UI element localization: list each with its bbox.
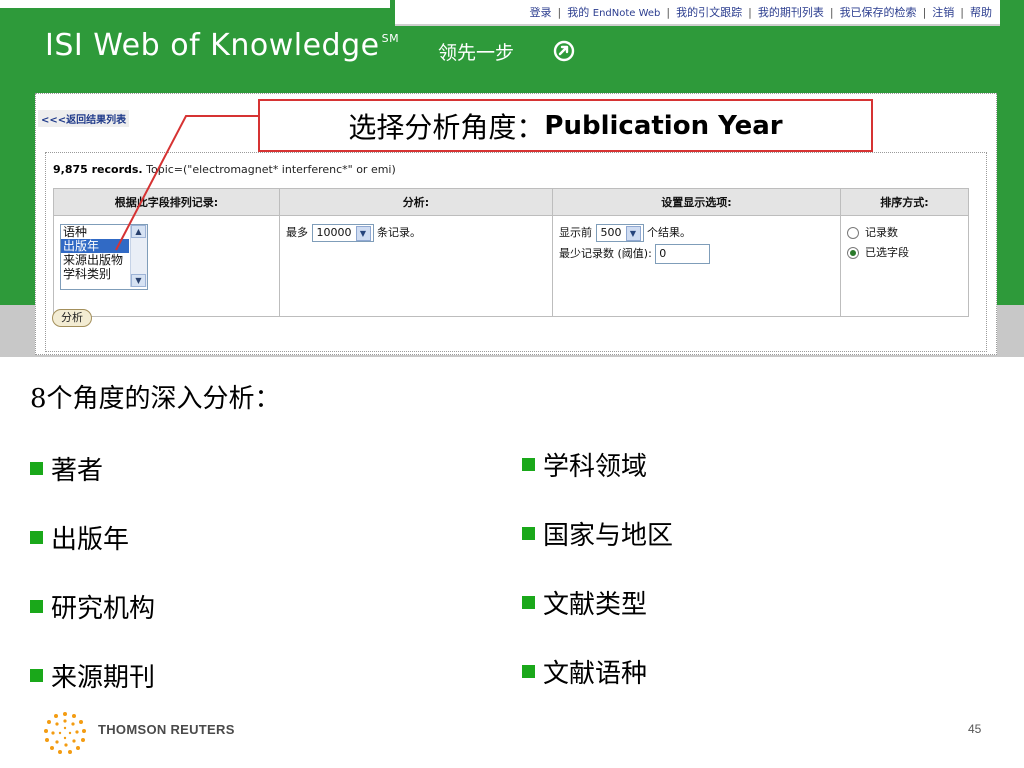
sort-option-records[interactable]: 记录数 (847, 224, 962, 240)
thomson-reuters-logo-icon (44, 712, 86, 754)
bullet-square-icon (522, 665, 535, 678)
service-mark: SM (381, 32, 400, 45)
brand-slogan: 领先一步 (438, 42, 515, 64)
scroll-track[interactable] (131, 238, 147, 274)
analyze-count-select[interactable]: 10000 ▼ (311, 224, 374, 242)
nav-separator: | (960, 5, 964, 19)
analyze-prefix: 最多 (286, 226, 308, 239)
nav-endnote-link[interactable]: 我的 EndNote Web (567, 4, 660, 20)
bullet-label: 国家与地区 (543, 521, 674, 551)
sort-option-field[interactable]: 已选字段 (847, 244, 962, 260)
nav-journal-list-link[interactable]: 我的期刊列表 (758, 4, 824, 20)
scroll-up-icon[interactable]: ▲ (131, 225, 146, 238)
display-row: 显示前 500 ▼ 个结果。 (559, 224, 834, 242)
rank-by-header: 根据此字段排列记录: (53, 188, 280, 216)
bullet-square-icon (30, 531, 43, 544)
bullet-item: 研究机构 (30, 588, 155, 625)
section-heading: 8个角度的深入分析： (30, 384, 281, 414)
analyze-header: 分析: (279, 188, 553, 216)
top-white-strip (0, 0, 390, 8)
sort-header: 排序方式: (840, 188, 969, 216)
rank-by-cell: 语种 出版年 来源出版物 学科类别 ▲ ▼ (53, 215, 280, 317)
nav-separator: | (666, 5, 671, 19)
brand-name: ISI Web of Knowledge (45, 28, 380, 63)
bullet-item: 文献语种 (522, 653, 647, 690)
bullet-item: 国家与地区 (522, 515, 673, 552)
bullet-label: 出版年 (51, 525, 130, 555)
bullet-label: 来源期刊 (51, 663, 156, 693)
scroll-down-icon[interactable]: ▼ (131, 274, 146, 287)
display-count-value: 500 (600, 226, 622, 239)
radio-selected-icon[interactable] (847, 247, 859, 259)
display-count-select[interactable]: 500 ▼ (595, 224, 644, 242)
nav-citation-tracking-link[interactable]: 我的引文跟踪 (676, 4, 742, 20)
analyze-suffix: 条记录。 (377, 226, 421, 239)
radio-icon[interactable] (847, 227, 859, 239)
arrow-circle-icon (553, 40, 575, 62)
records-summary: 9,875 records. Topic=("electromagnet* in… (53, 163, 396, 176)
nav-saved-searches-link[interactable]: 我已保存的检索 (840, 4, 917, 20)
analyze-button[interactable]: 分析 (52, 309, 92, 327)
analyze-count-value: 10000 (316, 226, 352, 239)
top-nav-bar: 登录 | 我的 EndNote Web | 我的引文跟踪 | 我的期刊列表 | … (395, 0, 1000, 26)
bullet-item: 出版年 (30, 519, 129, 556)
chevron-down-icon: ▼ (625, 225, 641, 241)
bullet-square-icon (522, 458, 535, 471)
min-records-input[interactable]: 0 (655, 244, 711, 264)
listbox-scrollbar[interactable]: ▲ ▼ (130, 225, 147, 287)
sort-cell: 记录数 已选字段 (840, 215, 969, 317)
footer-company-name: THOMSON REUTERS (98, 722, 235, 737)
display-prefix: 显示前 (559, 226, 592, 239)
display-cell: 显示前 500 ▼ 个结果。 最少记录数 (阈值): 0 (552, 215, 841, 317)
min-records-label: 最少记录数 (阈值): (559, 247, 652, 260)
threshold-row: 最少记录数 (阈值): 0 (559, 244, 834, 264)
bullet-square-icon (522, 596, 535, 609)
bullet-item: 著者 (30, 450, 103, 487)
bullet-square-icon (30, 600, 43, 613)
bullet-item: 文献类型 (522, 584, 647, 621)
nav-endnote-prefix: 我的 (567, 6, 590, 19)
bullet-square-icon (522, 527, 535, 540)
records-count: 9,875 records. (53, 163, 143, 176)
display-header: 设置显示选项: (552, 188, 841, 216)
sort-option-label: 记录数 (865, 226, 898, 239)
publication-year-callout: 选择分析角度： Publication Year (258, 99, 873, 152)
field-option-selected[interactable]: 出版年 (61, 239, 129, 253)
callout-value: Publication Year (544, 110, 783, 141)
page-number: 45 (968, 722, 982, 736)
bullet-item: 学科领域 (522, 446, 647, 483)
nav-separator: | (829, 5, 834, 19)
callout-prefix: 选择分析角度： (348, 110, 545, 144)
bullet-label: 学科领域 (543, 452, 648, 482)
bullet-label: 文献语种 (543, 659, 648, 689)
bullet-label: 文献类型 (543, 590, 648, 620)
nav-endnote-suffix: EndNote Web (592, 8, 661, 19)
nav-help-link[interactable]: 帮助 (970, 4, 992, 20)
bullet-label: 研究机构 (51, 594, 156, 624)
nav-login-link[interactable]: 登录 (530, 4, 552, 20)
bullet-square-icon (30, 669, 43, 682)
bullet-square-icon (30, 462, 43, 475)
nav-logout-link[interactable]: 注销 (932, 4, 954, 20)
sort-option-label: 已选字段 (865, 246, 909, 259)
analyze-cell: 最多 10000 ▼ 条记录。 (279, 215, 553, 317)
chevron-down-icon: ▼ (355, 225, 371, 241)
brand-logo[interactable]: ISI Web of Knowledge SM (45, 28, 399, 63)
bullet-label: 著者 (51, 456, 104, 486)
bullet-item: 来源期刊 (30, 657, 155, 694)
display-suffix: 个结果。 (647, 226, 691, 239)
field-listbox[interactable]: 语种 出版年 来源出版物 学科类别 ▲ ▼ (60, 224, 148, 290)
records-query: Topic=("electromagnet* interferenc*" or … (146, 163, 396, 176)
back-to-results-link[interactable]: <<<返回结果列表 (38, 110, 130, 127)
nav-separator: | (922, 5, 927, 19)
nav-separator: | (748, 5, 752, 19)
nav-separator: | (557, 5, 562, 19)
analysis-options-table: 根据此字段排列记录: 分析: 设置显示选项: 排序方式: 语种 出版年 来源出版… (53, 188, 969, 317)
